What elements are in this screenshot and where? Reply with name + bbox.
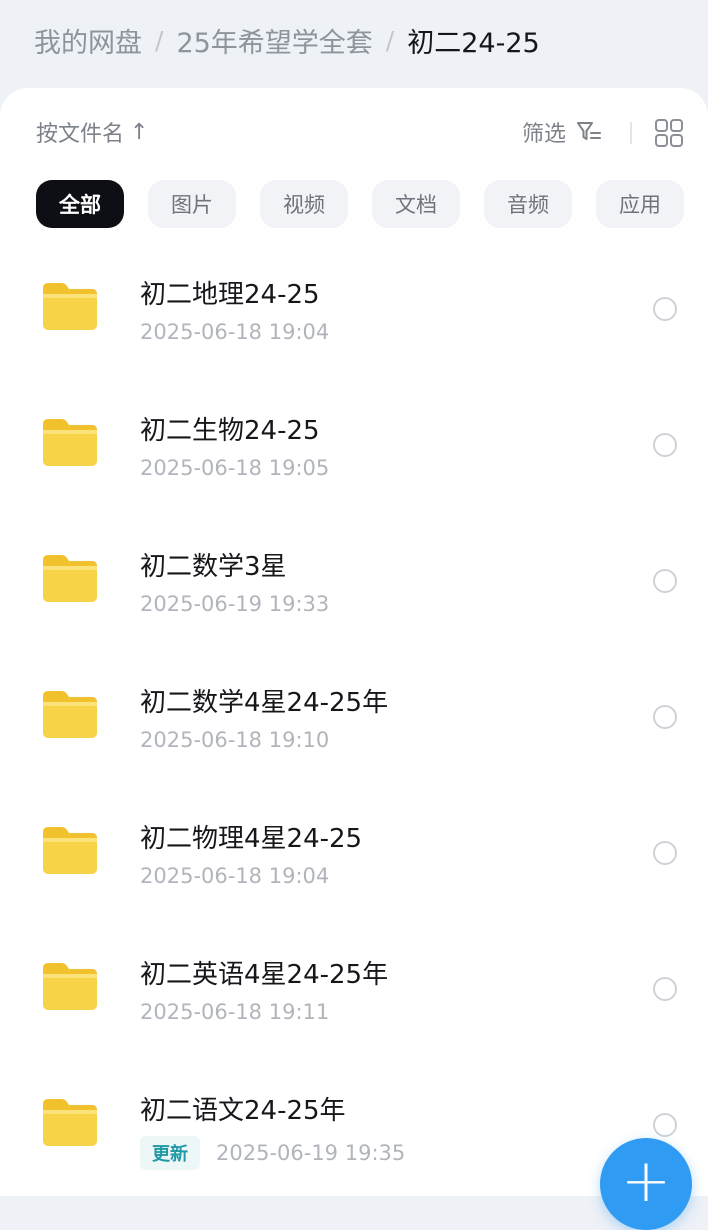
file-meta: 2025-06-19 19:33 (140, 592, 329, 616)
file-meta: 2025-06-18 19:05 (140, 456, 329, 480)
folder-icon (40, 960, 100, 1012)
select-checkbox[interactable] (653, 705, 677, 729)
tab-5[interactable]: 应用 (596, 180, 684, 228)
toolbar-divider (630, 122, 632, 144)
file-name: 初二英语4星24-25年 (140, 960, 389, 990)
file-row[interactable]: 初二英语4星24-25年 2025-06-18 19:11 (0, 920, 708, 1056)
file-list: 初二地理24-25 2025-06-18 19:04 初二生物24-25 2025-0… (0, 240, 708, 1192)
file-panel: 按文件名 ↑ 筛选 全部 图片 视频 文档 音频 应用 初二地理24-25 2025-06-… (0, 88, 708, 1196)
folder-icon (40, 552, 100, 604)
file-meta: 2025-06-18 19:04 (140, 864, 329, 888)
update-badge: 更新 (140, 1136, 200, 1170)
filter-label: 筛选 (521, 122, 566, 147)
breadcrumb-separator: / (155, 25, 164, 55)
file-row[interactable]: 初二生物24-25 2025-06-18 19:05 (0, 376, 708, 512)
select-checkbox[interactable] (653, 1113, 677, 1137)
select-checkbox[interactable] (653, 977, 677, 1001)
file-name: 初二生物24-25 (140, 416, 320, 446)
filter-button[interactable]: 筛选 (522, 116, 602, 148)
breadcrumb-separator: / (385, 25, 395, 55)
tab-2[interactable]: 视频 (260, 180, 348, 228)
tab-0[interactable]: 全部 (36, 180, 124, 228)
select-checkbox[interactable] (653, 841, 677, 865)
file-name: 初二数学3星 (140, 552, 287, 582)
file-date: 2025-06-18 19:04 (140, 864, 330, 888)
file-date: 2025-06-19 19:35 (216, 1141, 406, 1165)
file-meta: 2025-06-18 19:10 (140, 728, 329, 752)
file-date: 2025-06-18 19:11 (140, 1000, 330, 1024)
sort-arrow-icon: ↑ (130, 119, 149, 145)
file-row[interactable]: 初二数学3星 2025-06-19 19:33 (0, 512, 708, 648)
folder-icon (40, 416, 100, 468)
file-row[interactable]: 初二物理4星24-25 2025-06-18 19:04 (0, 784, 708, 920)
category-tabs: 全部 图片 视频 文档 音频 应用 (36, 180, 708, 228)
file-date: 2025-06-19 19:33 (140, 592, 330, 616)
tab-4[interactable]: 音频 (484, 180, 572, 228)
add-button[interactable]: + (600, 1138, 692, 1230)
file-meta: 2025-06-18 19:11 (140, 1000, 329, 1024)
select-checkbox[interactable] (653, 297, 677, 321)
file-row[interactable]: 初二地理24-25 2025-06-18 19:04 (0, 240, 708, 376)
file-date: 2025-06-18 19:04 (140, 320, 330, 344)
grid-view-icon[interactable] (654, 118, 684, 148)
file-date: 2025-06-18 19:10 (140, 728, 330, 752)
file-name: 初二地理24-25 (140, 280, 320, 310)
breadcrumb-item-current: 初二24-25 (407, 27, 540, 59)
tab-3[interactable]: 文档 (372, 180, 460, 228)
folder-icon (40, 280, 100, 332)
folder-icon (40, 824, 100, 876)
breadcrumb-item-parent[interactable]: 25年希望学全套 (176, 21, 372, 60)
file-name: 初二语文24-25年 (140, 1096, 346, 1126)
file-date: 2025-06-18 19:05 (140, 456, 330, 480)
breadcrumb: 我的网盘 / 25年希望学全套 / 初二24-25 (34, 18, 540, 62)
tab-1[interactable]: 图片 (148, 180, 236, 228)
sort-control[interactable]: 按文件名 ↑ (36, 116, 148, 148)
file-meta: 更新 2025-06-19 19:35 (140, 1136, 405, 1170)
breadcrumb-item-root[interactable]: 我的网盘 (34, 21, 142, 60)
filter-icon (576, 120, 602, 144)
file-row[interactable]: 初二数学4星24-25年 2025-06-18 19:10 (0, 648, 708, 784)
file-meta: 2025-06-18 19:04 (140, 320, 329, 344)
select-checkbox[interactable] (653, 569, 677, 593)
file-name: 初二数学4星24-25年 (140, 688, 389, 718)
file-name: 初二物理4星24-25 (140, 824, 363, 854)
folder-icon (40, 688, 100, 740)
sort-label: 按文件名 (36, 122, 125, 147)
folder-icon (40, 1096, 100, 1148)
plus-icon: + (620, 1146, 672, 1216)
select-checkbox[interactable] (653, 433, 677, 457)
